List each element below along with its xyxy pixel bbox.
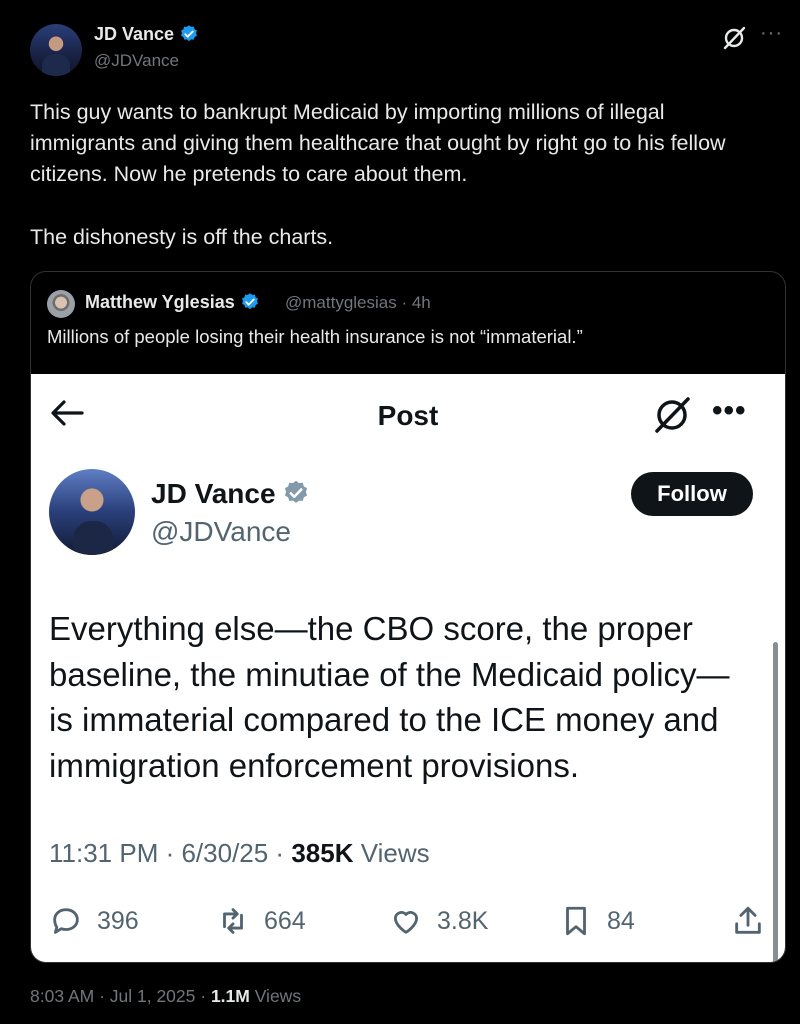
reply-count: 396 [97,906,139,935]
embedded-author-name-row: JD Vance [151,478,310,510]
embedded-post-image[interactable]: Post ••• JD Vance @JDVance Follow Everyt… [31,374,785,962]
embedded-post-time: 11:31 PM · 6/30/25 · [49,838,292,868]
quote-author-handle: @mattyglesias · 4h [285,293,431,312]
grok-icon[interactable] [721,25,747,51]
repost-icon [223,908,243,934]
verified-badge-icon [181,25,197,42]
quote-author-name-row[interactable]: Matthew Yglesias [85,292,260,313]
quote-author-avatar[interactable] [47,290,75,318]
repost-count: 664 [264,906,306,935]
like-icon [393,911,419,934]
scrollbar [773,642,778,962]
bookmark-stat: 84 [559,904,635,938]
reply-icon [53,908,79,934]
author-name[interactable]: JD Vance [94,24,174,44]
follow-button: Follow [631,472,753,516]
reply-stat: 396 [49,904,139,938]
share-stat [731,904,765,938]
bookmark-count: 84 [607,906,635,935]
repost-stat: 664 [216,904,306,938]
verified-badge-icon [284,480,307,503]
grok-icon [655,397,690,433]
embedded-author-name: JD Vance [151,478,276,509]
author-handle[interactable]: @JDVance [94,51,179,71]
more-icon: ••• [712,394,747,427]
quote-author-name[interactable]: Matthew Yglesias [85,292,235,312]
bookmark-icon [566,906,586,936]
embedded-author-handle: @JDVance [151,516,291,547]
views-count: 1.1M [210,986,250,1006]
views-label: Views [249,986,302,1006]
like-count: 3.8K [437,906,489,935]
quote-tweet-card[interactable]: Matthew Yglesias @mattyglesias · 4h Mill… [30,271,786,963]
embedded-post-text: Everything else—the CBO score, the prope… [49,610,730,784]
tweet-text: This guy wants to bankrupt Medicaid by i… [30,100,726,249]
embedded-views-count: 385K [291,838,354,868]
tweet-timestamp[interactable]: 8:03 AM · Jul 1, 2025 · 1.1M Views [30,986,301,1007]
quote-tweet-text: Millions of people losing their health i… [47,326,583,347]
more-icon[interactable]: ··· [760,22,783,45]
author-avatar[interactable] [30,24,82,76]
embedded-views-label: Views [353,838,430,868]
share-icon [735,906,761,934]
embedded-author-avatar [49,469,135,555]
author-name-row[interactable]: JD Vance [94,24,199,45]
embedded-post-meta: 11:31 PM · 6/30/25 · 385K Views [49,838,430,869]
tweet-time[interactable]: 8:03 AM · Jul 1, 2025 · [30,986,211,1006]
verified-badge-icon [241,293,258,310]
like-stat: 3.8K [389,904,488,938]
